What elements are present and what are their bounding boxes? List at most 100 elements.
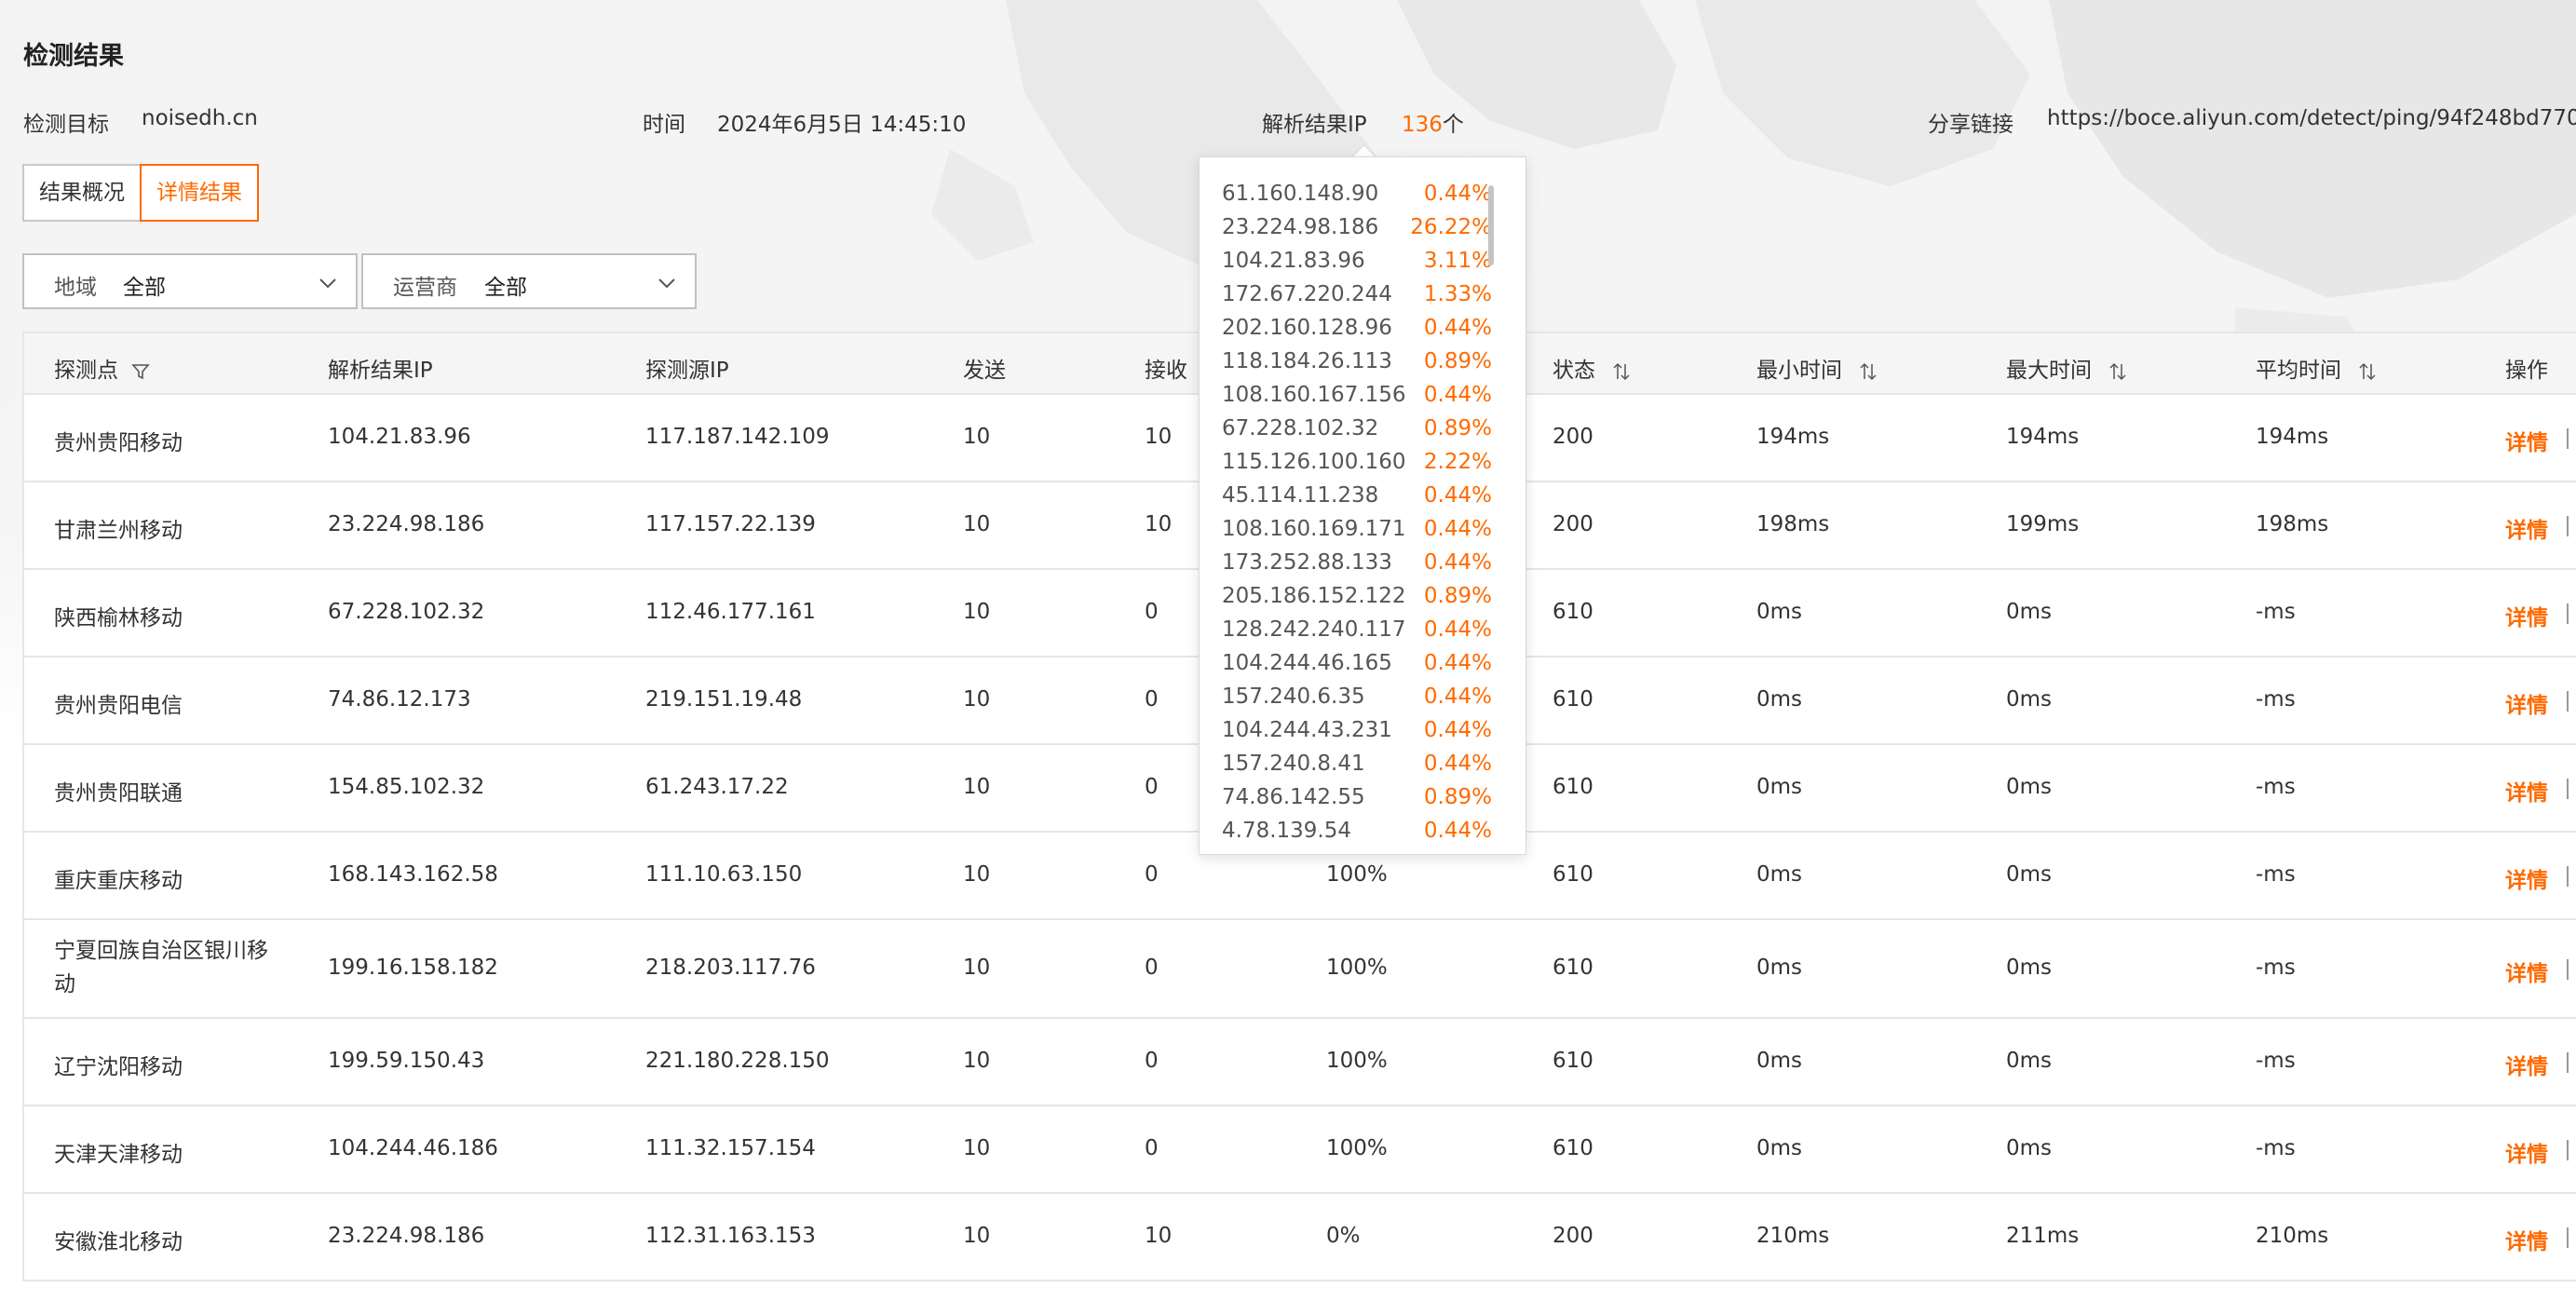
cell-avg-time: -ms (2256, 600, 2296, 624)
ip-address: 67.228.102.32 (1222, 416, 1379, 441)
cell-source-ip: 112.46.177.161 (645, 600, 816, 624)
sort-icon[interactable] (2357, 361, 2378, 382)
cell-resolved-ip: 199.16.158.182 (328, 956, 498, 980)
resolved-ip-label: 解析结果IP (1262, 113, 1367, 137)
ip-percentage: 26.22% (1410, 215, 1492, 239)
region-select[interactable]: 地域 全部 (22, 253, 358, 309)
col-received: 接收 (1145, 359, 1187, 383)
share-link-value[interactable]: https://boce.aliyun.com/detect/ping/94f2… (2047, 106, 2576, 130)
detail-link[interactable]: 详情 (2505, 512, 2548, 544)
filter-icon[interactable] (130, 361, 151, 382)
detail-link[interactable]: 详情 (2505, 775, 2548, 807)
ip-count-number[interactable]: 136 (1402, 113, 1443, 137)
sort-icon[interactable] (2108, 361, 2128, 382)
cell-status: 610 (1552, 687, 1593, 712)
ip-list-item: 104.244.46.165 0.44% (1222, 651, 1492, 685)
ip-percentage: 0.44% (1423, 617, 1492, 642)
cell-loss-rate: 100% (1326, 1136, 1388, 1160)
col-action: 操作 (2505, 359, 2548, 383)
ip-list-item: 157.240.8.41 0.44% (1222, 752, 1492, 785)
cell-resolved-ip: 23.224.98.186 (328, 512, 485, 536)
ip-percentage: 0.44% (1423, 819, 1492, 843)
ip-address: 157.240.6.35 (1222, 685, 1365, 709)
cell-min-time: 198ms (1756, 512, 1830, 536)
col-probe[interactable]: 探测点 (54, 352, 151, 384)
action-divider (2567, 1052, 2569, 1073)
ip-list-item: 104.21.83.96 3.11% (1222, 249, 1492, 282)
col-avg-time[interactable]: 平均时间 (2256, 352, 2378, 384)
cell-sent: 10 (963, 687, 991, 712)
cell-min-time: 194ms (1756, 425, 1830, 449)
sort-icon[interactable] (1611, 361, 1632, 382)
cell-status: 610 (1552, 956, 1593, 980)
col-max-time[interactable]: 最大时间 (2006, 352, 2128, 384)
detail-link[interactable]: 详情 (2505, 1136, 2548, 1168)
cell-loss-rate: 100% (1326, 1049, 1388, 1073)
detail-link[interactable]: 详情 (2505, 956, 2548, 987)
table-row: 辽宁沈阳移动 199.59.150.43 221.180.228.150 10 0 100… (22, 1019, 2576, 1106)
sort-icon[interactable] (1858, 361, 1878, 382)
ip-list: 61.160.148.90 0.44% 23.224.98.186 26.22% 104… (1222, 182, 1492, 852)
col-status[interactable]: 状态 (1552, 352, 1632, 384)
ip-percentage: 0.44% (1423, 182, 1492, 206)
resolved-ip-count[interactable]: 136个 (1402, 106, 1464, 138)
cell-min-time: 0ms (1756, 1136, 1803, 1160)
detail-link[interactable]: 详情 (2505, 687, 2548, 719)
cell-min-time: 0ms (1756, 687, 1803, 712)
resolved-ip-popover[interactable]: 61.160.148.90 0.44% 23.224.98.186 26.22% 104… (1199, 156, 1526, 855)
cell-sent: 10 (963, 775, 991, 799)
action-divider (2567, 779, 2569, 799)
ip-address: 118.184.26.113 (1222, 349, 1392, 373)
action-divider (2567, 1227, 2569, 1248)
detail-link[interactable]: 详情 (2505, 600, 2548, 631)
cell-max-time: 211ms (2006, 1224, 2080, 1248)
cell-source-ip: 221.180.228.150 (645, 1049, 830, 1073)
tab-overview[interactable]: 结果概况 (22, 164, 142, 222)
cell-loss-rate: 100% (1326, 862, 1388, 887)
cell-source-ip: 61.243.17.22 (645, 775, 789, 799)
target-value: noisedh.cn (142, 106, 258, 130)
cell-sent: 10 (963, 425, 991, 449)
cell-min-time: 0ms (1756, 600, 1803, 624)
ip-address: 172.67.220.244 (1222, 282, 1392, 306)
ip-address: 74.86.142.55 (1222, 785, 1365, 809)
tab-details[interactable]: 详情结果 (140, 164, 259, 222)
ip-address: 202.160.128.96 (1222, 316, 1392, 340)
cell-probe: 贵州贵阳电信 (54, 694, 183, 718)
cell-probe: 辽宁沈阳移动 (54, 1055, 183, 1079)
ip-list-item: 108.160.167.156 0.44% (1222, 383, 1492, 416)
target-label: 检测目标 (23, 113, 109, 137)
ip-percentage: 0.89% (1423, 349, 1492, 373)
cell-probe: 安徽淮北移动 (54, 1230, 183, 1254)
detail-link[interactable]: 详情 (2505, 425, 2548, 456)
ip-percentage: 0.44% (1423, 483, 1492, 508)
cell-status: 610 (1552, 1136, 1593, 1160)
cell-avg-time: 198ms (2256, 512, 2329, 536)
cell-min-time: 0ms (1756, 775, 1803, 799)
ip-address: 104.21.83.96 (1222, 249, 1365, 273)
popover-scrollbar[interactable] (1488, 185, 1494, 265)
cell-max-time: 0ms (2006, 862, 2053, 887)
cell-received: 0 (1145, 862, 1159, 887)
cell-resolved-ip: 154.85.102.32 (328, 775, 485, 799)
cell-received: 0 (1145, 600, 1159, 624)
cell-probe: 天津天津移动 (54, 1143, 183, 1167)
cell-max-time: 0ms (2006, 1049, 2053, 1073)
detail-link[interactable]: 详情 (2505, 1224, 2548, 1255)
detail-link[interactable]: 详情 (2505, 1049, 2548, 1080)
ip-list-item: 23.224.98.186 26.22% (1222, 215, 1492, 249)
cell-received: 10 (1145, 1224, 1173, 1248)
cell-resolved-ip: 74.86.12.173 (328, 687, 471, 712)
col-status-label: 状态 (1552, 359, 1595, 383)
detail-link[interactable]: 详情 (2505, 862, 2548, 894)
cell-source-ip: 112.31.163.153 (645, 1224, 816, 1248)
cell-avg-time: -ms (2256, 687, 2296, 712)
cell-min-time: 0ms (1756, 862, 1803, 887)
cell-received: 0 (1145, 1049, 1159, 1073)
ip-count-unit: 个 (1442, 113, 1464, 137)
col-min-time[interactable]: 最小时间 (1756, 352, 1878, 384)
col-min-time-label: 最小时间 (1756, 359, 1842, 383)
cell-max-time: 194ms (2006, 425, 2080, 449)
cell-sent: 10 (963, 1224, 991, 1248)
isp-select[interactable]: 运营商 全部 (361, 253, 697, 309)
